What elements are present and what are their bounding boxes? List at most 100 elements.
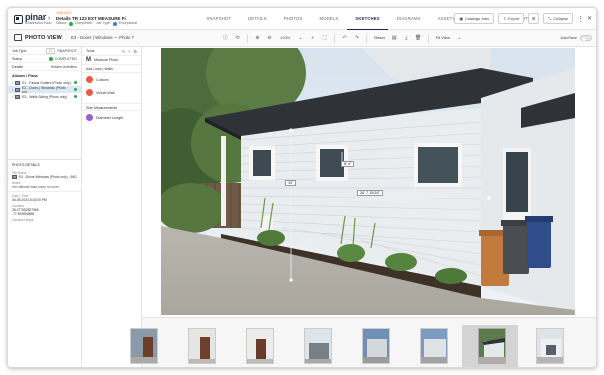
album-item-selected[interactable]: › E2 - Doors | Windows (Photo onl...: [8, 86, 81, 94]
status-value: Completed: [74, 21, 92, 25]
save-icon[interactable]: ▤: [390, 33, 399, 43]
collapse-button[interactable]: ⤡ Collapse: [543, 13, 573, 24]
chevron-right-icon[interactable]: ›: [48, 15, 50, 22]
top-header: pinar CONSTRUCTION › JOB #223 Details TR…: [8, 8, 596, 30]
tab-diagrams[interactable]: DIAGRAMS: [388, 8, 429, 30]
export-button[interactable]: ⇪ Export: [497, 13, 525, 24]
diameter-length-tool[interactable]: Diameter Length: [82, 111, 141, 124]
info-icon[interactable]: ⓘ: [221, 33, 230, 43]
header-actions: ▣ Catalogs Jobs ⇪ Export ⊞ ⤡ Collapse ⋮ …: [454, 13, 592, 24]
tools-panel: Tools ✎ ? ⚙ M Measure Photo Add Lines | …: [82, 47, 142, 367]
more-options-icon[interactable]: ⋮: [577, 15, 584, 23]
delete-icon[interactable]: 🗑: [414, 33, 423, 43]
details-value[interactable]: Hidden Activities: [51, 65, 77, 69]
virtual-wall-tool[interactable]: Virtual Wall: [82, 86, 141, 99]
tab-models[interactable]: MODELS: [311, 8, 347, 30]
zoom-level-select[interactable]: 100%: [277, 33, 293, 43]
photo-thumbnail[interactable]: [362, 328, 390, 364]
logo[interactable]: pinar CONSTRUCTION: [14, 13, 52, 25]
job-type-icon: ☐: [46, 47, 56, 54]
tab-details[interactable]: DETAILS: [240, 8, 276, 30]
search-icon[interactable]: ⌕: [308, 33, 317, 43]
measurement-label-2[interactable]: 26' 7 15/16": [357, 190, 384, 196]
tools-label: Tools: [86, 49, 95, 53]
status-text: COMPLETED: [54, 56, 77, 61]
file-thumbnail: [12, 175, 17, 179]
job-info: JOB #223 Details TR 123 EXT MEASURE Fi S…: [56, 11, 137, 26]
export-icon: ⇪: [502, 17, 507, 21]
album-label: E3 - Walls Siding (Photo only): [22, 94, 68, 99]
edit-icon[interactable]: ✎: [122, 49, 125, 54]
reset-button[interactable]: Reset: [372, 33, 386, 43]
status-label: Status: [12, 56, 23, 61]
camera-height-label: Camera Height: [12, 218, 34, 222]
photo-thumbnail[interactable]: [536, 328, 564, 364]
notes-value[interactable]: Hot ultimate data notes no more: [8, 185, 81, 192]
job-type-label: Job Type:: [95, 21, 111, 25]
zoom-out-icon[interactable]: ⊖: [265, 33, 274, 43]
side-measurements-heading: Side Measurements: [82, 103, 141, 111]
chevron-down-icon[interactable]: ⌄: [296, 33, 305, 43]
details-row: Details Hidden Activities: [8, 63, 81, 71]
photo-thumbnail[interactable]: [188, 328, 216, 364]
album-item[interactable]: › E3 - Walls Siding (Photo only): [8, 93, 81, 100]
catalogs-button[interactable]: ▣ Catalogs Jobs: [454, 13, 494, 24]
export-button-label: Export: [508, 16, 520, 21]
album-thumbnail: [15, 87, 21, 92]
tab-snapshot[interactable]: SNAPSHOT: [198, 8, 240, 30]
job-type-value: ☐ SNAPSHOT: [46, 47, 77, 54]
photo-thumbnail[interactable]: [304, 328, 332, 364]
measurement-label-3[interactable]: 10': [285, 180, 296, 186]
measure-handle: [487, 196, 491, 200]
history-icon[interactable]: ⟲: [233, 33, 242, 43]
photo-thumbnail-selected[interactable]: [478, 328, 506, 364]
add-lines-heading: Add Lines | Walls: [82, 65, 141, 73]
undo-icon[interactable]: ↶: [340, 33, 349, 43]
measure-photo-label: Measure Photo: [94, 58, 119, 62]
file-name-text: E3 - Doors Windows (Photo only) - IMG_20: [18, 175, 77, 179]
details-label: Details: [12, 64, 23, 69]
job-type-dot-icon: [112, 21, 117, 26]
fit-view-select[interactable]: Fit View: [434, 33, 452, 43]
expand-icon: ›: [12, 87, 14, 92]
zoom-in-icon[interactable]: ⊕: [253, 33, 262, 43]
photo-thumbnail[interactable]: [246, 328, 274, 364]
divider: [366, 33, 368, 43]
measurement-label-1[interactable]: 8' 4": [341, 161, 355, 167]
measure-photo-row[interactable]: M Measure Photo: [82, 56, 141, 65]
tab-photos[interactable]: PHOTOS: [275, 8, 311, 30]
redo-icon[interactable]: ↷: [352, 33, 361, 43]
catalog-icon: ▣: [459, 17, 463, 21]
settings-icon[interactable]: ⚙: [133, 49, 137, 54]
grid-view-button[interactable]: ⊞: [528, 13, 540, 24]
album-thumbnail: [15, 94, 21, 99]
photo-view-label: PHOTO VIEW: [25, 34, 63, 41]
photo-thumbnail[interactable]: [420, 328, 448, 364]
status-label: Status:: [56, 21, 67, 25]
breadcrumb: E3 - Doors | Windows — Photo 7: [71, 35, 135, 40]
photo-details: PHOTO DETAILS File Name E3 - Doors Windo…: [8, 159, 81, 222]
photo-thumbnail[interactable]: [130, 328, 158, 364]
tab-sketches[interactable]: SKETCHES: [346, 8, 389, 30]
fit-icon[interactable]: ⛶: [320, 33, 329, 43]
status-row: Status COMPLETED: [8, 55, 81, 63]
autosave-toggle[interactable]: [580, 35, 592, 41]
job-type-value: Exceptional: [118, 21, 138, 25]
tools-header-icons: ✎ ? ⚙: [122, 49, 137, 54]
diameter-tool-icon: [86, 114, 93, 121]
download-icon[interactable]: ⤓: [402, 33, 411, 43]
status-value: COMPLETED: [48, 56, 77, 61]
collapse-button-label: Collapse: [553, 16, 568, 21]
divider: [427, 33, 429, 43]
close-icon[interactable]: ✕: [587, 15, 592, 22]
job-type-row: Job Type ☐ SNAPSHOT: [8, 47, 81, 55]
photo-canvas[interactable]: 8' 4" 26' 7 15/16" 10': [161, 48, 575, 315]
job-type-text: SNAPSHOT: [57, 48, 77, 53]
custom-tool[interactable]: Custom: [82, 73, 141, 86]
measure-handle: [289, 278, 293, 282]
photo-toolbar: PHOTO VIEW E3 - Doors | Windows — Photo …: [8, 30, 596, 47]
help-icon[interactable]: ?: [128, 49, 130, 54]
house-photo: [161, 48, 575, 315]
photo-filmstrip: [130, 317, 596, 367]
chevron-down-icon[interactable]: ⌄: [455, 33, 464, 43]
